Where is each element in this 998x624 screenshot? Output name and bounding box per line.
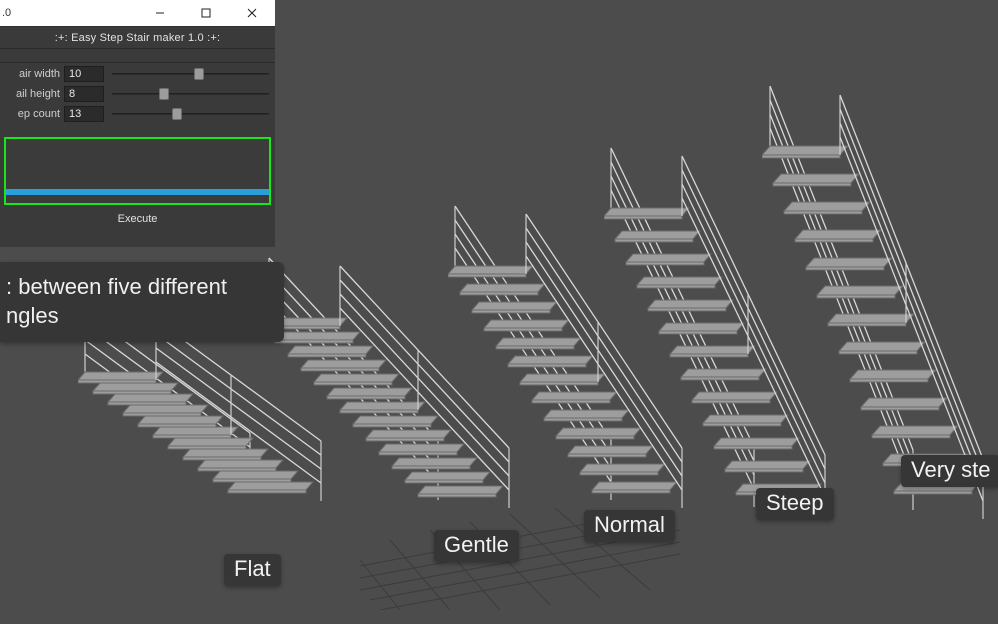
slider-thumb[interactable]	[172, 108, 182, 120]
caption-line-2: ngles	[6, 302, 284, 331]
slider-value-input[interactable]: 10	[64, 66, 104, 82]
stair-label-flat: Flat	[224, 554, 281, 586]
minimize-button[interactable]	[137, 0, 183, 26]
caption-line-1: : between five different	[6, 273, 284, 302]
slider-track[interactable]	[112, 106, 269, 122]
slider-thumb[interactable]	[194, 68, 204, 80]
slider-label: air width	[6, 68, 64, 80]
slider-row-1: ail height8	[0, 85, 275, 103]
minimize-icon	[155, 8, 165, 18]
close-icon	[247, 8, 257, 18]
slider-label: ail height	[6, 88, 64, 100]
slider-row-0: air width10	[0, 65, 275, 83]
maximize-button[interactable]	[183, 0, 229, 26]
caption-overlay: : between five different ngles	[0, 262, 284, 342]
stair-label-normal: Normal	[584, 510, 675, 542]
slider-value-input[interactable]: 8	[64, 86, 104, 102]
stair-model	[262, 238, 520, 508]
maximize-icon	[201, 8, 211, 18]
slider-track[interactable]	[112, 66, 269, 82]
stair-label-very-ste: Very ste	[901, 455, 998, 487]
slider-row-2: ep count13	[0, 105, 275, 123]
stair-label-gentle: Gentle	[434, 530, 519, 562]
stair-label-steep: Steep	[756, 488, 834, 520]
close-button[interactable]	[229, 0, 275, 26]
stair-model	[762, 66, 995, 519]
stair-model	[604, 128, 836, 515]
slider-label: ep count	[6, 108, 64, 120]
panel-separator	[0, 49, 275, 63]
stair-model	[448, 186, 693, 508]
execute-preview-box[interactable]	[4, 137, 271, 205]
slider-value-input[interactable]: 13	[64, 106, 104, 122]
slider-track[interactable]	[112, 86, 269, 102]
tool-panel: :+: Easy Step Stair maker 1.0 :+: air wi…	[0, 26, 275, 247]
window-title: .0	[0, 7, 137, 19]
execute-button[interactable]: Execute	[0, 209, 275, 229]
tool-panel-title: :+: Easy Step Stair maker 1.0 :+:	[0, 27, 275, 49]
slider-thumb[interactable]	[159, 88, 169, 100]
window-titlebar[interactable]: .0	[0, 0, 275, 26]
